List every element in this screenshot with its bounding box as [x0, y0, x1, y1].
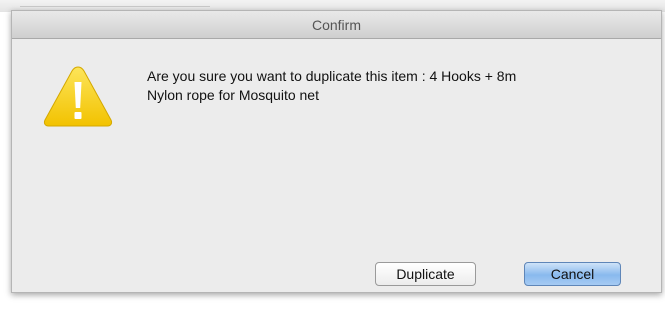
- message-line-1: Are you sure you want to duplicate this …: [147, 68, 517, 84]
- divider: [20, 6, 210, 7]
- dialog-message: Are you sure you want to duplicate this …: [147, 67, 647, 105]
- screen: Confirm Are you sure you want to duplica…: [0, 0, 665, 321]
- cancel-button[interactable]: Cancel: [524, 262, 621, 286]
- warning-icon: [43, 66, 113, 127]
- message-line-2: Nylon rope for Mosquito net: [147, 87, 319, 103]
- dialog-titlebar[interactable]: Confirm: [12, 11, 661, 39]
- duplicate-button[interactable]: Duplicate: [375, 262, 476, 286]
- confirm-dialog: Confirm Are you sure you want to duplica…: [11, 10, 662, 293]
- dialog-title: Confirm: [311, 17, 361, 33]
